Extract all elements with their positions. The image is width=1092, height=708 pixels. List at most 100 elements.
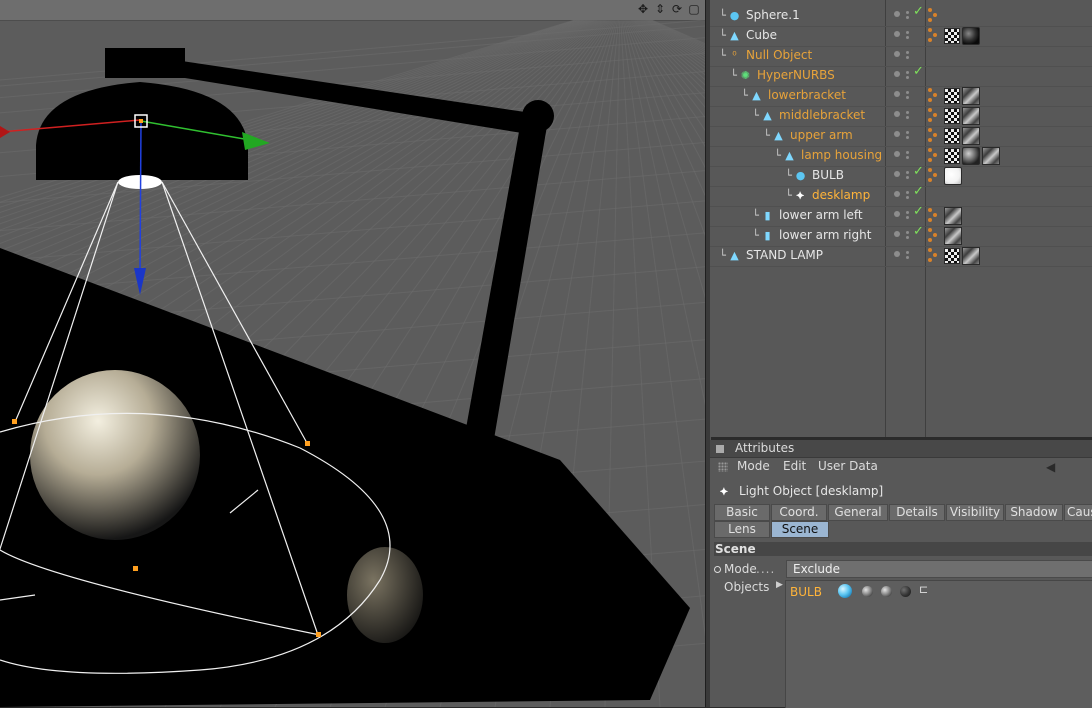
texture-tag-icon[interactable] (962, 247, 980, 265)
uvw-tag-icon[interactable] (944, 88, 960, 104)
object-name[interactable]: lowerbracket (768, 88, 846, 102)
object-row-middlebracket[interactable]: └ ▲ middlebracket (710, 106, 1092, 127)
light-icon: ⯌ (796, 188, 805, 202)
object-name[interactable]: middlebracket (779, 108, 865, 122)
phong-tag-icon[interactable] (928, 128, 942, 144)
object-name[interactable]: upper arm (790, 128, 853, 142)
tab-scene[interactable]: Scene (771, 521, 829, 538)
object-row-lowerbracket[interactable]: └ ▲ lowerbracket (710, 86, 1092, 107)
uvw-tag-icon[interactable] (944, 28, 960, 44)
menu-mode[interactable]: Mode (737, 459, 770, 473)
object-row-lamp-housing[interactable]: └ ▲ lamp housing (710, 146, 1092, 167)
back-arrow-icon[interactable]: ◀ (1046, 460, 1055, 474)
object-name[interactable]: lamp housing (801, 148, 882, 162)
phong-tag-icon[interactable] (928, 148, 942, 164)
move-icon[interactable]: ✥ (636, 2, 650, 16)
phong-tag-icon[interactable] (928, 248, 942, 264)
object-row-null-object[interactable]: └ ⁰ Null Object (710, 46, 1092, 67)
mode-animate-radio[interactable] (714, 566, 721, 573)
phong-tag-icon[interactable] (928, 108, 942, 124)
enable-shadow-icon[interactable] (881, 586, 892, 597)
cube-icon: ▲ (730, 29, 739, 42)
texture-tag-icon[interactable] (962, 127, 980, 145)
attributes-header: Attributes (710, 440, 1092, 458)
objects-list-item[interactable]: BULB (790, 585, 822, 599)
tab-shadow[interactable]: Shadow (1005, 504, 1063, 521)
visibility-dots[interactable] (891, 30, 921, 42)
visibility-dots[interactable] (891, 50, 921, 62)
viewport-3d[interactable]: ✥ ⇕ ⟳ ▢ (0, 0, 705, 707)
tab-details[interactable]: Details (889, 504, 945, 521)
uvw-tag-icon[interactable] (944, 128, 960, 144)
enable-render-icon[interactable] (862, 586, 873, 597)
texture-tag-icon[interactable] (962, 87, 980, 105)
viewport-scene[interactable] (0, 20, 705, 707)
object-name[interactable]: Cube (746, 28, 777, 42)
object-row-lower-arm-left[interactable]: └ ▮ lower arm left ✓ (710, 204, 1092, 227)
object-name[interactable]: desklamp (812, 188, 870, 202)
texture-tag-icon[interactable] (944, 227, 962, 245)
tabs-row-1: Basic Coord. General Details Visibility … (714, 504, 1092, 521)
material-tag-icon[interactable] (944, 167, 962, 185)
tab-caustics[interactable]: Caus (1064, 504, 1092, 521)
object-name[interactable]: Sphere.1 (746, 8, 800, 22)
rotate-icon[interactable]: ⟳ (670, 2, 684, 16)
phong-tag-icon[interactable] (928, 88, 942, 104)
enabled-check-icon[interactable]: ✓ (913, 184, 924, 199)
objects-list[interactable]: BULB ⊏ (785, 580, 1092, 708)
tab-visibility[interactable]: Visibility (946, 504, 1004, 521)
object-name[interactable]: lower arm left (779, 208, 863, 222)
tab-lens[interactable]: Lens (714, 521, 770, 538)
object-row-cube[interactable]: └ ▲ Cube (710, 26, 1092, 47)
texture-tag-icon[interactable] (944, 207, 962, 225)
object-row-upper-arm[interactable]: └ ▲ upper arm (710, 126, 1092, 147)
object-name[interactable]: Null Object (746, 48, 812, 62)
enabled-check-icon[interactable]: ✓ (913, 4, 924, 19)
object-row-desklamp[interactable]: └ ⯌ desklamp ✓ (710, 184, 1092, 207)
phong-tag-icon[interactable] (928, 168, 942, 184)
material-tag-icon[interactable] (962, 27, 980, 45)
tab-coord[interactable]: Coord. (771, 504, 827, 521)
mode-select[interactable]: Exclude (786, 560, 1092, 578)
menu-edit[interactable]: Edit (783, 459, 806, 473)
object-tags (928, 227, 962, 245)
maximize-icon[interactable]: ▢ (687, 2, 701, 16)
visibility-dots[interactable] (891, 250, 921, 262)
object-name[interactable]: lower arm right (779, 228, 871, 242)
enabled-check-icon[interactable]: ✓ (913, 164, 924, 179)
phong-tag-icon[interactable] (928, 208, 942, 224)
visibility-dots[interactable] (891, 110, 921, 122)
visibility-dots[interactable] (891, 130, 921, 142)
object-row-hypernurbs[interactable]: └ ✺ HyperNURBS ✓ (710, 64, 1092, 87)
zoom-icon[interactable]: ⇕ (653, 2, 667, 16)
object-row-lower-arm-right[interactable]: └ ▮ lower arm right ✓ (710, 224, 1092, 247)
texture-tag-icon[interactable] (982, 147, 1000, 165)
object-name[interactable]: HyperNURBS (757, 68, 835, 82)
material-tag-icon[interactable] (962, 147, 980, 165)
hierarchy-icon[interactable]: ⊏ (919, 583, 928, 596)
enabled-check-icon[interactable]: ✓ (913, 64, 924, 79)
phong-tag-icon[interactable] (928, 8, 942, 24)
object-row-sphere-1[interactable]: └ ● Sphere.1 ✓ (710, 4, 1092, 27)
uvw-tag-icon[interactable] (944, 108, 960, 124)
visibility-dots[interactable] (891, 150, 921, 162)
phong-tag-icon[interactable] (928, 28, 942, 44)
object-row-stand-lamp[interactable]: └ ▲ STAND LAMP (710, 246, 1092, 267)
uvw-tag-icon[interactable] (944, 148, 960, 164)
object-name[interactable]: BULB (812, 168, 844, 182)
enabled-check-icon[interactable]: ✓ (913, 204, 924, 219)
texture-tag-icon[interactable] (962, 107, 980, 125)
grip-icon[interactable] (718, 462, 728, 472)
object-name[interactable]: STAND LAMP (746, 248, 823, 262)
enabled-check-icon[interactable]: ✓ (913, 224, 924, 239)
menu-user-data[interactable]: User Data (818, 459, 878, 473)
phong-tag-icon[interactable] (928, 228, 942, 244)
uvw-tag-icon[interactable] (944, 248, 960, 264)
expand-arrow-icon[interactable]: ▶ (776, 580, 783, 590)
enable-specular-icon[interactable] (900, 586, 911, 597)
object-row-bulb[interactable]: └ ● BULB ✓ (710, 164, 1092, 187)
null-icon: ⁰ (732, 49, 737, 62)
tab-basic[interactable]: Basic (714, 504, 770, 521)
visibility-dots[interactable] (891, 90, 921, 102)
tab-general[interactable]: General (828, 504, 888, 521)
